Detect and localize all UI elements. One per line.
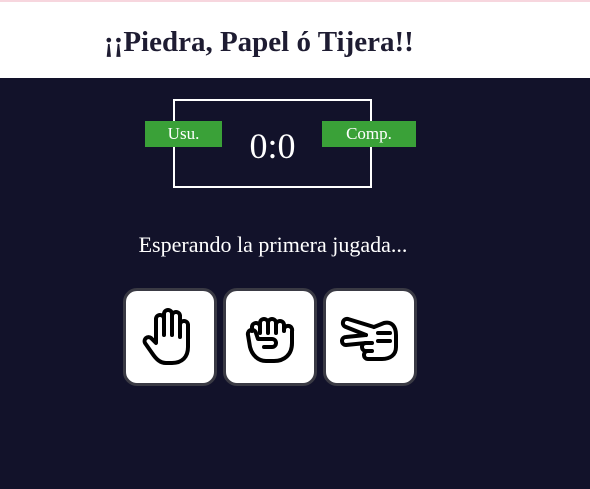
open-hand-icon [142,308,190,365]
user-score-badge: Usu. [145,121,222,147]
choice-buttons [123,288,417,386]
header-bar: ¡¡Piedra, Papel ó Tijera!! [0,0,590,78]
scissors-hand-icon [340,316,398,361]
scissors-button[interactable] [323,288,417,386]
game-area: 0:0 Usu. Comp. Esperando la primera juga… [0,78,590,489]
computer-score-badge: Comp. [322,121,416,147]
paper-button[interactable] [123,288,217,386]
page-title: ¡¡Piedra, Papel ó Tijera!! [104,26,414,58]
rock-button[interactable] [223,288,317,386]
status-message: Esperando la primera jugada... [138,232,408,257]
fist-icon [245,317,295,363]
